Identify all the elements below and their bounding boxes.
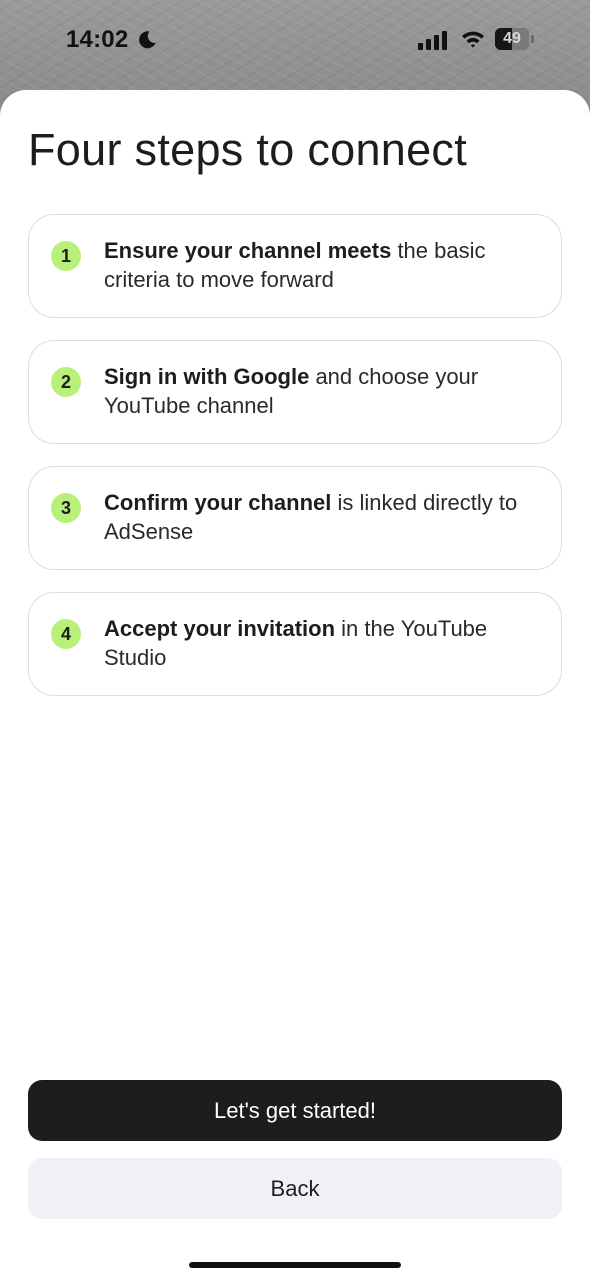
- step-text: Confirm your channel is linked directly …: [104, 488, 534, 546]
- battery-body: 49: [495, 28, 529, 50]
- page-title: Four steps to connect: [28, 124, 468, 175]
- wifi-icon: [462, 31, 484, 48]
- battery-cap: [531, 35, 534, 43]
- signal-icon: [418, 31, 447, 50]
- step-card-3: 3 Confirm your channel is linked directl…: [28, 466, 562, 570]
- back-button[interactable]: Back: [28, 1158, 562, 1219]
- step-number-badge: 3: [51, 493, 81, 523]
- status-time: 14:02: [66, 26, 129, 53]
- step-strong-text: Ensure your channel meets: [104, 238, 392, 263]
- home-indicator[interactable]: [189, 1262, 401, 1268]
- step-text: Sign in with Google and choose your YouT…: [104, 362, 534, 420]
- step-number-badge: 2: [51, 367, 81, 397]
- battery-level: 49: [503, 30, 521, 47]
- status-bar: 14:02 49: [0, 0, 590, 84]
- get-started-button[interactable]: Let's get started!: [28, 1080, 562, 1141]
- step-card-4: 4 Accept your invitation in the YouTube …: [28, 592, 562, 696]
- step-number-badge: 1: [51, 241, 81, 271]
- step-strong-text: Confirm your channel: [104, 490, 332, 515]
- steps-list: 1 Ensure your channel meets the basic cr…: [28, 214, 562, 718]
- step-text: Ensure your channel meets the basic crit…: [104, 236, 534, 294]
- step-number-badge: 4: [51, 619, 81, 649]
- battery-icon: 49: [495, 28, 534, 50]
- moon-icon: [139, 31, 156, 49]
- step-card-1: 1 Ensure your channel meets the basic cr…: [28, 214, 562, 318]
- step-strong-text: Sign in with Google: [104, 364, 310, 389]
- step-strong-text: Accept your invitation: [104, 616, 336, 641]
- step-card-2: 2 Sign in with Google and choose your Yo…: [28, 340, 562, 444]
- step-text: Accept your invitation in the YouTube St…: [104, 614, 534, 672]
